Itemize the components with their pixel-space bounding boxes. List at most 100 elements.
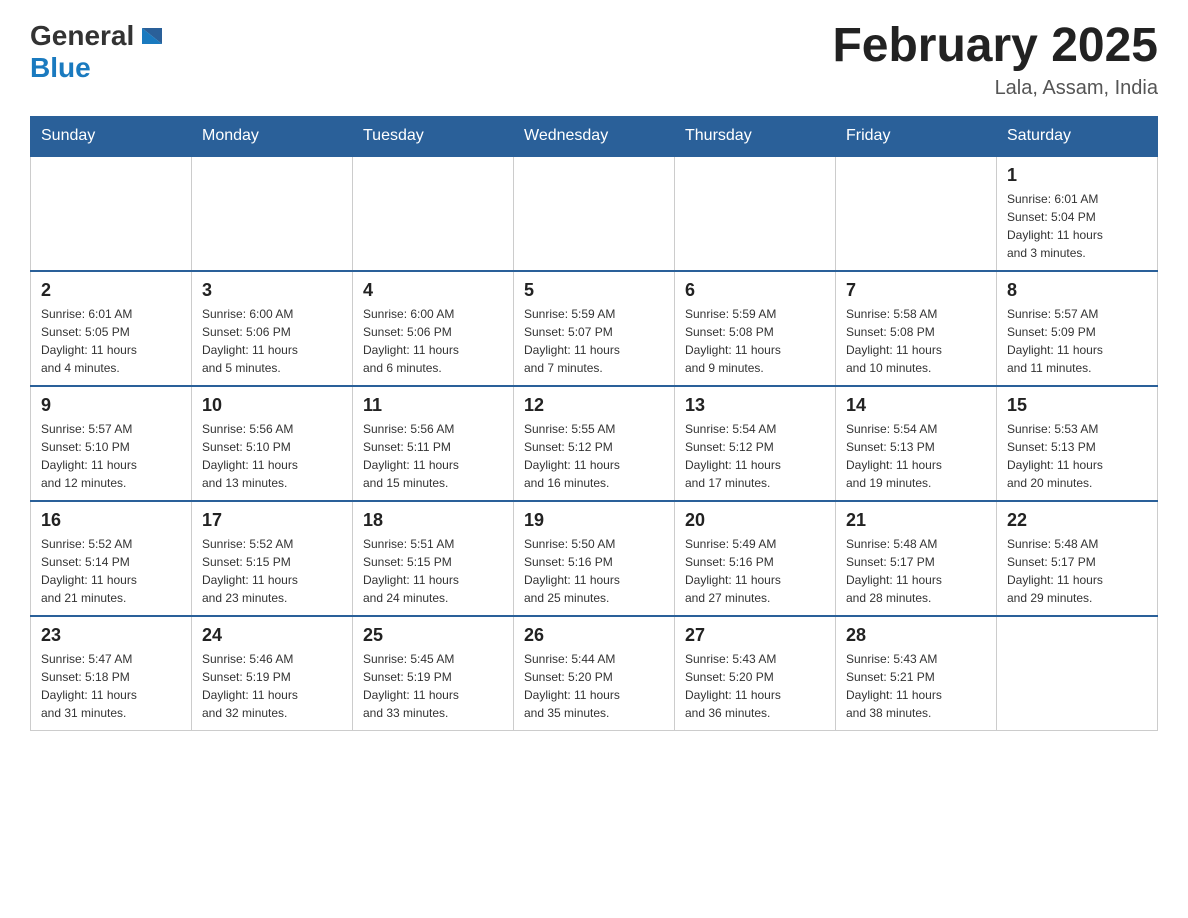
logo-triangle-icon: [136, 22, 164, 50]
calendar-cell: 17 Sunrise: 5:52 AM Sunset: 5:15 PM Dayli…: [192, 501, 353, 616]
day-number: 17: [202, 510, 342, 531]
weekday-header-thursday: Thursday: [675, 116, 836, 156]
calendar-cell: 10 Sunrise: 5:56 AM Sunset: 5:10 PM Dayli…: [192, 386, 353, 501]
calendar-cell: 9 Sunrise: 5:57 AM Sunset: 5:10 PM Daylig…: [31, 386, 192, 501]
day-info: Sunrise: 5:45 AM Sunset: 5:19 PM Dayligh…: [363, 650, 503, 722]
day-info: Sunrise: 5:55 AM Sunset: 5:12 PM Dayligh…: [524, 420, 664, 492]
location-text: Lala, Assam, India: [832, 77, 1158, 100]
day-info: Sunrise: 5:58 AM Sunset: 5:08 PM Dayligh…: [846, 305, 986, 377]
calendar-cell: 11 Sunrise: 5:56 AM Sunset: 5:11 PM Dayli…: [353, 386, 514, 501]
day-number: 13: [685, 395, 825, 416]
month-title: February 2025: [832, 20, 1158, 73]
calendar-cell: 27 Sunrise: 5:43 AM Sunset: 5:20 PM Dayli…: [675, 616, 836, 731]
calendar-cell: 7 Sunrise: 5:58 AM Sunset: 5:08 PM Daylig…: [836, 271, 997, 386]
day-info: Sunrise: 5:53 AM Sunset: 5:13 PM Dayligh…: [1007, 420, 1147, 492]
day-info: Sunrise: 6:00 AM Sunset: 5:06 PM Dayligh…: [363, 305, 503, 377]
day-info: Sunrise: 5:56 AM Sunset: 5:11 PM Dayligh…: [363, 420, 503, 492]
day-number: 20: [685, 510, 825, 531]
calendar-cell: 19Sunrise: 5:50 AM Sunset: 5:16 PM Dayli…: [514, 501, 675, 616]
day-number: 12: [524, 395, 664, 416]
title-section: February 2025 Lala, Assam, India: [832, 20, 1158, 100]
calendar-cell: 3 Sunrise: 6:00 AM Sunset: 5:06 PM Daylig…: [192, 271, 353, 386]
calendar-cell: 16 Sunrise: 5:52 AM Sunset: 5:14 PM Dayli…: [31, 501, 192, 616]
calendar-cell: 24Sunrise: 5:46 AM Sunset: 5:19 PM Dayli…: [192, 616, 353, 731]
calendar-cell: [514, 156, 675, 271]
day-info: Sunrise: 5:43 AM Sunset: 5:21 PM Dayligh…: [846, 650, 986, 722]
day-info: Sunrise: 5:54 AM Sunset: 5:12 PM Dayligh…: [685, 420, 825, 492]
calendar-cell: [997, 616, 1158, 731]
calendar-cell: 18 Sunrise: 5:51 AM Sunset: 5:15 PM Dayli…: [353, 501, 514, 616]
calendar-cell: 5 Sunrise: 5:59 AM Sunset: 5:07 PM Daylig…: [514, 271, 675, 386]
day-info: Sunrise: 5:57 AM Sunset: 5:10 PM Dayligh…: [41, 420, 181, 492]
weekday-header-tuesday: Tuesday: [353, 116, 514, 156]
day-info: Sunrise: 5:51 AM Sunset: 5:15 PM Dayligh…: [363, 535, 503, 607]
calendar-cell: [675, 156, 836, 271]
week-row-4: 16 Sunrise: 5:52 AM Sunset: 5:14 PM Dayli…: [31, 501, 1158, 616]
day-info: Sunrise: 5:46 AM Sunset: 5:19 PM Dayligh…: [202, 650, 342, 722]
weekday-header-saturday: Saturday: [997, 116, 1158, 156]
day-number: 16: [41, 510, 181, 531]
day-info: Sunrise: 5:49 AM Sunset: 5:16 PM Dayligh…: [685, 535, 825, 607]
day-number: 19: [524, 510, 664, 531]
week-row-1: 1 Sunrise: 6:01 AM Sunset: 5:04 PM Daylig…: [31, 156, 1158, 271]
calendar-cell: 23 Sunrise: 5:47 AM Sunset: 5:18 PM Dayli…: [31, 616, 192, 731]
day-number: 15: [1007, 395, 1147, 416]
calendar-cell: 2 Sunrise: 6:01 AM Sunset: 5:05 PM Daylig…: [31, 271, 192, 386]
day-info: Sunrise: 6:00 AM Sunset: 5:06 PM Dayligh…: [202, 305, 342, 377]
day-info: Sunrise: 6:01 AM Sunset: 5:05 PM Dayligh…: [41, 305, 181, 377]
day-number: 27: [685, 625, 825, 646]
day-info: Sunrise: 5:52 AM Sunset: 5:15 PM Dayligh…: [202, 535, 342, 607]
calendar-cell: [836, 156, 997, 271]
day-info: Sunrise: 5:52 AM Sunset: 5:14 PM Dayligh…: [41, 535, 181, 607]
day-info: Sunrise: 5:43 AM Sunset: 5:20 PM Dayligh…: [685, 650, 825, 722]
day-number: 2: [41, 280, 181, 301]
day-number: 3: [202, 280, 342, 301]
day-info: Sunrise: 5:47 AM Sunset: 5:18 PM Dayligh…: [41, 650, 181, 722]
weekday-header-sunday: Sunday: [31, 116, 192, 156]
day-number: 25: [363, 625, 503, 646]
day-info: Sunrise: 5:48 AM Sunset: 5:17 PM Dayligh…: [846, 535, 986, 607]
weekday-header-friday: Friday: [836, 116, 997, 156]
day-number: 9: [41, 395, 181, 416]
week-row-2: 2 Sunrise: 6:01 AM Sunset: 5:05 PM Daylig…: [31, 271, 1158, 386]
day-info: Sunrise: 5:57 AM Sunset: 5:09 PM Dayligh…: [1007, 305, 1147, 377]
day-number: 28: [846, 625, 986, 646]
calendar-cell: 26 Sunrise: 5:44 AM Sunset: 5:20 PM Dayli…: [514, 616, 675, 731]
day-info: Sunrise: 6:01 AM Sunset: 5:04 PM Dayligh…: [1007, 190, 1147, 262]
day-number: 1: [1007, 165, 1147, 186]
day-number: 18: [363, 510, 503, 531]
calendar-cell: [353, 156, 514, 271]
calendar-cell: 12 Sunrise: 5:55 AM Sunset: 5:12 PM Dayli…: [514, 386, 675, 501]
week-row-5: 23 Sunrise: 5:47 AM Sunset: 5:18 PM Dayli…: [31, 616, 1158, 731]
calendar-cell: 25 Sunrise: 5:45 AM Sunset: 5:19 PM Dayli…: [353, 616, 514, 731]
day-info: Sunrise: 5:54 AM Sunset: 5:13 PM Dayligh…: [846, 420, 986, 492]
day-info: Sunrise: 5:56 AM Sunset: 5:10 PM Dayligh…: [202, 420, 342, 492]
calendar-cell: 21 Sunrise: 5:48 AM Sunset: 5:17 PM Dayli…: [836, 501, 997, 616]
day-number: 22: [1007, 510, 1147, 531]
calendar-cell: 22Sunrise: 5:48 AM Sunset: 5:17 PM Dayli…: [997, 501, 1158, 616]
weekday-header-monday: Monday: [192, 116, 353, 156]
calendar-cell: 1 Sunrise: 6:01 AM Sunset: 5:04 PM Daylig…: [997, 156, 1158, 271]
calendar-cell: 4Sunrise: 6:00 AM Sunset: 5:06 PM Daylig…: [353, 271, 514, 386]
day-number: 5: [524, 280, 664, 301]
day-number: 26: [524, 625, 664, 646]
day-number: 7: [846, 280, 986, 301]
day-info: Sunrise: 5:44 AM Sunset: 5:20 PM Dayligh…: [524, 650, 664, 722]
logo-blue-text: Blue: [30, 52, 164, 84]
day-number: 21: [846, 510, 986, 531]
calendar-cell: 6Sunrise: 5:59 AM Sunset: 5:08 PM Daylig…: [675, 271, 836, 386]
day-number: 8: [1007, 280, 1147, 301]
day-number: 11: [363, 395, 503, 416]
day-number: 23: [41, 625, 181, 646]
day-info: Sunrise: 5:59 AM Sunset: 5:08 PM Dayligh…: [685, 305, 825, 377]
calendar-cell: [31, 156, 192, 271]
day-number: 10: [202, 395, 342, 416]
page-header: General Blue February 2025 Lala, Assam, …: [30, 20, 1158, 100]
calendar-table: SundayMondayTuesdayWednesdayThursdayFrid…: [30, 116, 1158, 731]
weekday-header-row: SundayMondayTuesdayWednesdayThursdayFrid…: [31, 116, 1158, 156]
day-info: Sunrise: 5:59 AM Sunset: 5:07 PM Dayligh…: [524, 305, 664, 377]
week-row-3: 9 Sunrise: 5:57 AM Sunset: 5:10 PM Daylig…: [31, 386, 1158, 501]
calendar-cell: 14Sunrise: 5:54 AM Sunset: 5:13 PM Dayli…: [836, 386, 997, 501]
calendar-cell: 15 Sunrise: 5:53 AM Sunset: 5:13 PM Dayli…: [997, 386, 1158, 501]
logo-general-text: General: [30, 20, 134, 52]
